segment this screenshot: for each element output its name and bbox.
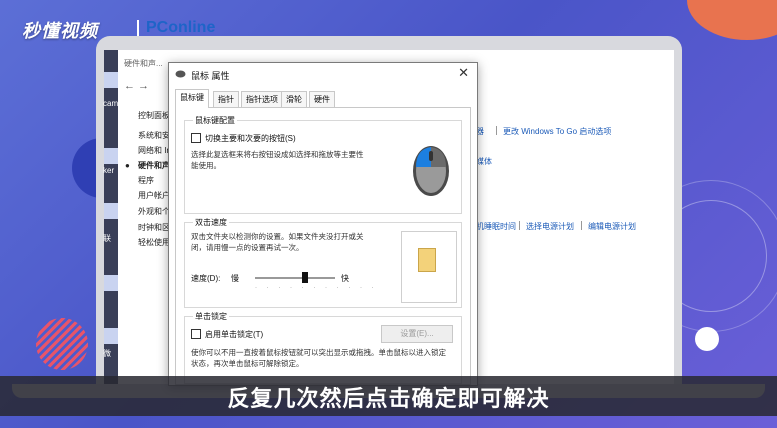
speed-slider-track[interactable] xyxy=(255,277,335,279)
nav-arrows[interactable]: ← → xyxy=(124,80,149,92)
click-lock-group: 单击锁定 启用单击锁定(T) 设置(E)... 使你可以不用一直按着鼠标按钮就可… xyxy=(184,311,462,384)
tab-panel: 鼠标键配置 切换主要和次要的按钮(S) 选择此复选框来将右按钮设成如选择和拖放等… xyxy=(175,107,471,385)
fast-label: 快 xyxy=(341,274,349,283)
tab-pointer-options[interactable]: 指针选项 xyxy=(241,91,283,108)
folder-icon[interactable] xyxy=(418,248,436,272)
active-bullet: ● xyxy=(125,161,130,170)
switch-buttons-checkbox[interactable] xyxy=(191,133,201,143)
sidebar-item-hardware[interactable]: 硬件和声 xyxy=(138,160,170,171)
click-lock-checkbox[interactable] xyxy=(191,329,201,339)
group-title: 双击速度 xyxy=(193,217,229,228)
desktop-icon[interactable] xyxy=(104,275,118,291)
group-title: 鼠标键配置 xyxy=(193,115,237,126)
link-edit-power-plan[interactable]: 编辑电源计划 xyxy=(588,221,636,232)
desktop-icon-label: 联 xyxy=(103,234,111,243)
decor-orange-circle xyxy=(687,0,777,40)
sidebar-item-clock[interactable]: 时钟和区 xyxy=(138,222,170,233)
sidebar-item-control-panel[interactable]: 控制面板 xyxy=(138,110,170,121)
slow-label: 慢 xyxy=(231,274,239,283)
link-media[interactable]: 媒体 xyxy=(476,156,492,167)
link-sleep-time[interactable]: 机睡眠时间 xyxy=(476,221,516,232)
tab-wheel[interactable]: 滑轮 xyxy=(281,91,307,108)
link-separator xyxy=(496,126,497,135)
window-title: 硬件和声... xyxy=(124,59,163,68)
button-config-group: 鼠标键配置 切换主要和次要的按钮(S) 选择此复选框来将右按钮设成如选择和拖放等… xyxy=(184,115,462,214)
sidebar-item-users[interactable]: 用户帐户 xyxy=(138,190,170,201)
speed-slider-thumb[interactable] xyxy=(301,272,308,283)
sidebar-item-ease[interactable]: 轻松使用 xyxy=(138,237,170,248)
desktop-icon-label: ker xyxy=(103,166,115,175)
tab-buttons[interactable]: 鼠标键 xyxy=(175,89,209,108)
link-separator xyxy=(519,221,520,230)
description-text: 使你可以不用一直按着鼠标按钮就可以突出显示或拖拽。单击鼠标以进入锁定状态，再次单… xyxy=(191,348,446,368)
brand-logo: 秒懂视频 xyxy=(22,17,139,43)
description-text: 选择此复选框来将右按钮设成如选择和拖放等主要性能使用。 xyxy=(191,150,364,170)
logo-text: 秒懂视频 xyxy=(22,21,98,42)
checkbox-label: 切换主要和次要的按钮(S) xyxy=(205,134,296,143)
close-button[interactable]: ✕ xyxy=(458,65,469,81)
speed-label: 速度(D): xyxy=(191,274,221,283)
desktop-icon[interactable] xyxy=(104,203,118,219)
sidebar-item-appearance[interactable]: 外观和个 xyxy=(138,206,170,217)
test-folder-area[interactable] xyxy=(401,231,457,303)
tab-hardware[interactable]: 硬件 xyxy=(309,91,335,108)
slider-tickmarks: · · · · · · · · · · · xyxy=(255,285,378,291)
description-text: 双击文件夹以检测你的设置。如果文件夹没打开或关闭，请用慢一点的设置再试一次。 xyxy=(191,232,364,252)
decor-striped-circle xyxy=(36,318,88,370)
mouse-properties-dialog: 鼠标 属性 ✕ 鼠标键 指针 指针选项 滑轮 硬件 鼠标键配置 切换主要和次要的… xyxy=(168,62,478,386)
link-choose-power-plan[interactable]: 选择电源计划 xyxy=(526,221,574,232)
desktop-icon[interactable] xyxy=(104,148,118,164)
settings-button[interactable]: 设置(E)... xyxy=(381,325,453,343)
pconline-logo: PConline xyxy=(146,19,216,36)
link-separator xyxy=(581,221,582,230)
desktop-icon-label: cam xyxy=(103,99,119,108)
sidebar-item-network[interactable]: 网络和 In xyxy=(138,145,171,156)
mouse-icon xyxy=(175,70,186,78)
desktop-icon-label: 微 xyxy=(103,349,111,358)
decor-white-dot xyxy=(695,327,719,351)
sidebar-item-system[interactable]: 系统和安 xyxy=(138,130,170,141)
double-click-group: 双击速度 双击文件夹以检测你的设置。如果文件夹没打开或关闭，请用慢一点的设置再试… xyxy=(184,217,462,308)
desktop-icon[interactable] xyxy=(104,72,118,88)
mouse-illustration-icon xyxy=(413,146,449,196)
desktop-icon[interactable] xyxy=(104,328,118,344)
group-title: 单击锁定 xyxy=(193,311,229,322)
sidebar-item-programs[interactable]: 程序 xyxy=(138,175,154,186)
dialog-title: 鼠标 属性 xyxy=(191,71,230,81)
tab-pointers[interactable]: 指针 xyxy=(213,91,239,108)
checkbox-label: 启用单击锁定(T) xyxy=(205,330,264,339)
link-windows-to-go[interactable]: 更改 Windows To Go 启动选项 xyxy=(503,126,611,137)
subtitle-text: 反复几次然后点击确定即可解决 xyxy=(227,387,550,412)
